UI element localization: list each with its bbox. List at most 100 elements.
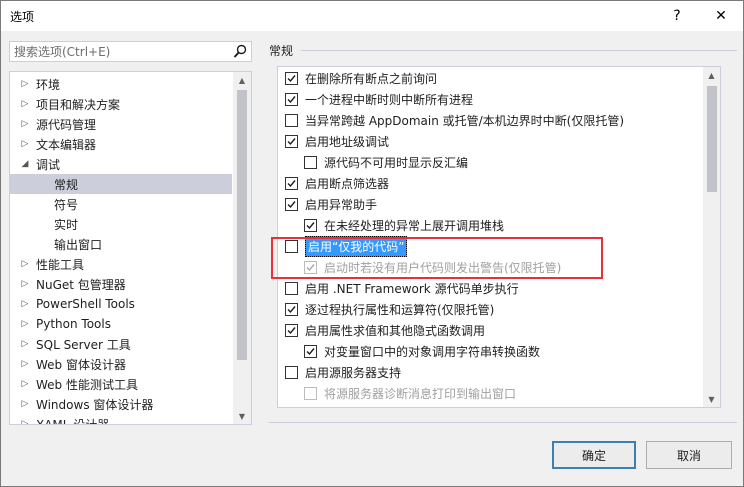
checkmark-icon: [287, 201, 296, 209]
scroll-thumb[interactable]: [707, 86, 717, 192]
checkmark-icon: [287, 306, 296, 314]
option-checkbox[interactable]: [285, 366, 298, 379]
option-row[interactable]: 启用源服务器支持: [285, 362, 401, 383]
tree-item[interactable]: 实时: [10, 214, 232, 234]
option-label: 一个进程中断时则中断所有进程: [305, 93, 474, 107]
tree-item[interactable]: ◢ 调试: [10, 154, 232, 174]
close-button[interactable]: ✕: [701, 1, 741, 31]
option-checkbox[interactable]: [285, 282, 298, 295]
expand-arrow-icon[interactable]: ▷: [20, 339, 30, 349]
scroll-up-icon[interactable]: ▲: [233, 72, 251, 88]
tree-item[interactable]: ▷ Windows 窗体设计器: [10, 394, 232, 414]
help-button[interactable]: ?: [657, 1, 697, 31]
scroll-up-icon[interactable]: ▲: [703, 67, 720, 83]
option-row[interactable]: 逐过程执行属性和运算符(仅限托管): [285, 299, 494, 320]
option-checkbox[interactable]: [285, 93, 298, 106]
expand-arrow-icon[interactable]: ▷: [20, 359, 30, 369]
option-row[interactable]: 对变量窗口中的对象调用字符串转换函数: [304, 341, 540, 362]
expand-arrow-icon[interactable]: ▷: [20, 419, 30, 424]
options-scrollbar[interactable]: ▲ ▼: [703, 67, 720, 407]
option-row[interactable]: 启用 .NET Framework 源代码单步执行: [285, 278, 519, 299]
tree-item[interactable]: 常规: [10, 174, 232, 194]
checkmark-icon: [287, 138, 296, 146]
expand-arrow-icon[interactable]: ▷: [20, 399, 30, 409]
option-label: 启用地址级调试: [305, 135, 390, 149]
expand-arrow-icon[interactable]: ▷: [20, 79, 30, 89]
scroll-down-icon[interactable]: ▼: [703, 391, 720, 407]
tree-item[interactable]: ▷ NuGet 包管理器: [10, 274, 232, 294]
tree-item-label: XAML 设计器: [36, 417, 110, 425]
option-checkbox[interactable]: [285, 72, 298, 85]
option-checkbox[interactable]: [285, 324, 298, 337]
tree-item[interactable]: ▷ Web 窗体设计器: [10, 354, 232, 374]
tree-item[interactable]: ▷ PowerShell Tools: [10, 294, 232, 314]
tree-item[interactable]: ▷ 性能工具: [10, 254, 232, 274]
tree-item[interactable]: ▷ 文本编辑器: [10, 134, 232, 154]
tree-item-label: 实时: [54, 217, 79, 232]
search-icon[interactable]: [232, 43, 248, 60]
expand-arrow-icon[interactable]: ▷: [20, 319, 30, 329]
option-label: 将源服务器诊断消息打印到输出窗口: [324, 387, 517, 401]
expand-arrow-icon[interactable]: ▷: [20, 99, 30, 109]
checkmark-icon: [287, 327, 296, 335]
option-row[interactable]: 源代码不可用时显示反汇编: [304, 152, 468, 173]
expand-arrow-icon[interactable]: ▷: [20, 119, 30, 129]
tree-item-label: Web 窗体设计器: [36, 357, 126, 372]
expand-arrow-icon[interactable]: ▷: [20, 139, 30, 149]
tree-item-label: 符号: [54, 197, 79, 212]
tree-item[interactable]: ▷ XAML 设计器: [10, 414, 232, 425]
tree-item[interactable]: ▷ 环境: [10, 74, 232, 94]
annotation-highlight-box: [271, 237, 603, 279]
option-checkbox[interactable]: [304, 156, 317, 169]
option-row[interactable]: 当异常跨越 AppDomain 或托管/本机边界时中断(仅限托管): [285, 110, 624, 131]
option-row[interactable]: 启用属性求值和其他隐式函数调用: [285, 320, 485, 341]
tree-scrollbar[interactable]: ▲ ▼: [233, 72, 251, 424]
option-checkbox[interactable]: [285, 114, 298, 127]
expand-arrow-icon[interactable]: ▷: [20, 259, 30, 269]
option-checkbox[interactable]: [285, 177, 298, 190]
option-checkbox[interactable]: [304, 345, 317, 358]
tree-item-label: 环境: [36, 77, 61, 92]
tree-item[interactable]: ▷ 源代码管理: [10, 114, 232, 134]
tree-item[interactable]: ▷ 项目和解决方案: [10, 94, 232, 114]
option-row: 将源服务器诊断消息打印到输出窗口: [304, 383, 516, 404]
option-row[interactable]: 一个进程中断时则中断所有进程: [285, 89, 473, 110]
options-dialog: 选项 ? ✕ ▷环境▷项目和解决方案▷源代码管理▷文本编辑器◢调试常规符号实时输…: [0, 0, 744, 487]
option-row[interactable]: 启用地址级调试: [285, 131, 389, 152]
option-label: 启用 .NET Framework 源代码单步执行: [305, 282, 519, 296]
option-row[interactable]: 在删除所有断点之前询问: [285, 68, 437, 89]
scroll-thumb[interactable]: [237, 90, 247, 360]
collapse-arrow-icon[interactable]: ◢: [20, 159, 30, 169]
tree-item-label: 源代码管理: [36, 117, 97, 132]
option-label: 启用断点筛选器: [305, 177, 390, 191]
option-label: 在未经处理的异常上展开调用堆栈: [324, 219, 505, 233]
tree-item[interactable]: ▷ SQL Server 工具: [10, 334, 232, 354]
option-row[interactable]: 启用断点筛选器: [285, 173, 389, 194]
section-divider: [301, 50, 737, 51]
tree-item[interactable]: 符号: [10, 194, 232, 214]
option-checkbox[interactable]: [285, 198, 298, 211]
tree-item-label: Windows 窗体设计器: [36, 397, 154, 412]
expand-arrow-icon[interactable]: ▷: [20, 299, 30, 309]
expand-arrow-icon[interactable]: ▷: [20, 379, 30, 389]
tree-item-label: NuGet 包管理器: [36, 277, 126, 292]
tree-item[interactable]: 输出窗口: [10, 234, 232, 254]
tree-item-label: 输出窗口: [54, 237, 103, 252]
option-checkbox[interactable]: [304, 219, 317, 232]
checkmark-icon: [287, 96, 296, 104]
expand-arrow-icon[interactable]: ▷: [20, 279, 30, 289]
tree-item[interactable]: ▷ Web 性能测试工具: [10, 374, 232, 394]
checkmark-icon: [287, 75, 296, 83]
option-checkbox[interactable]: [285, 135, 298, 148]
option-checkbox[interactable]: [285, 303, 298, 316]
option-label: 启用源服务器支持: [305, 366, 402, 380]
option-label: 源代码不可用时显示反汇编: [324, 156, 469, 170]
cancel-button[interactable]: 取消: [646, 441, 732, 469]
option-row[interactable]: 在未经处理的异常上展开调用堆栈: [304, 215, 504, 236]
option-row[interactable]: 启用异常助手: [285, 194, 377, 215]
scroll-down-icon[interactable]: ▼: [233, 408, 251, 424]
tree-item[interactable]: ▷ Python Tools: [10, 314, 232, 334]
tree-item-label: 调试: [36, 157, 61, 172]
ok-button[interactable]: 确定: [552, 441, 636, 469]
search-input[interactable]: [10, 42, 230, 61]
